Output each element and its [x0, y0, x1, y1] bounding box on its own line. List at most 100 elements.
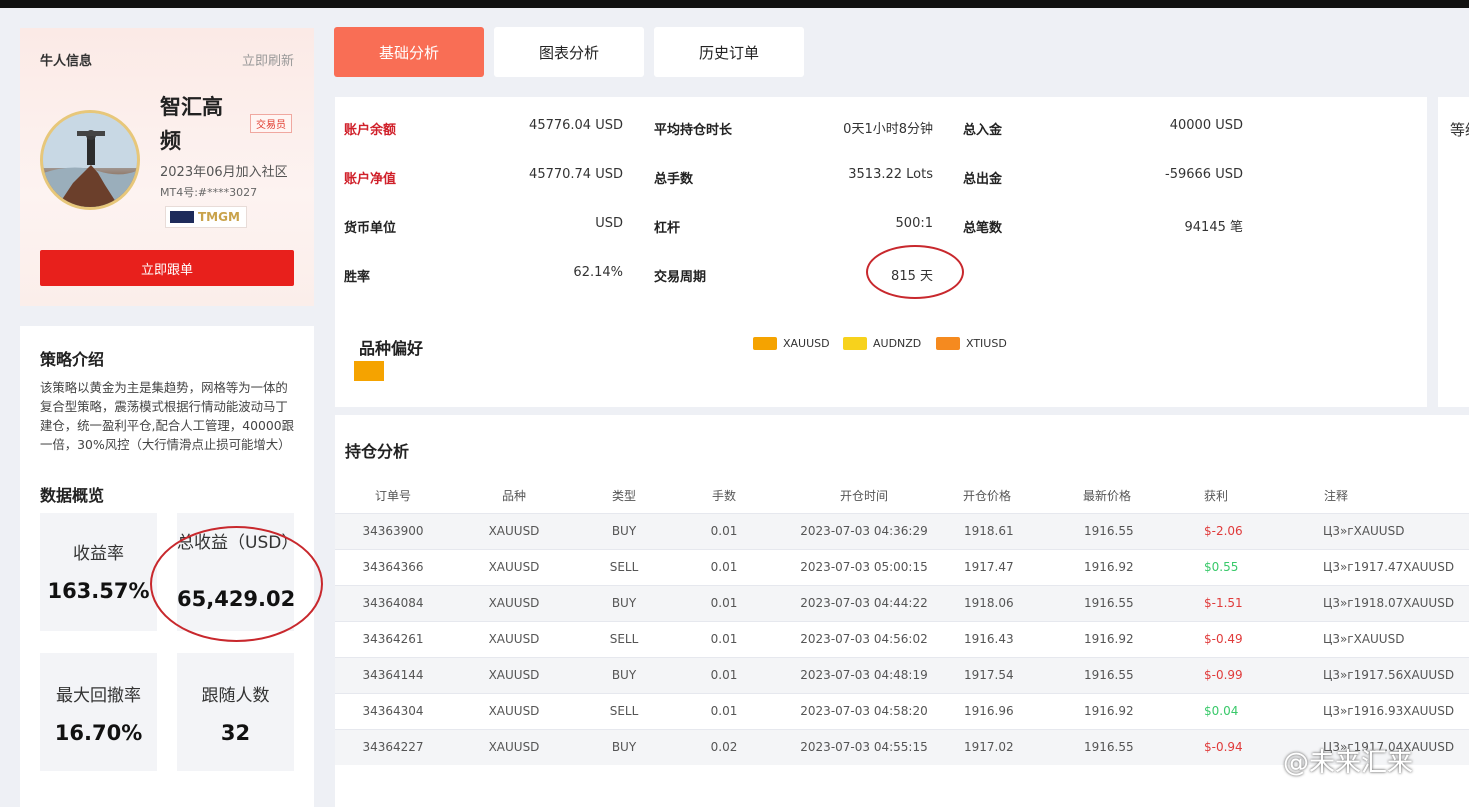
leverage-value: 500:1: [895, 216, 933, 231]
cell-symbol: XAUUSD: [488, 560, 540, 574]
cell-comment: Ц3»гXAUUSD: [1323, 632, 1405, 646]
side-card-label: 等级: [1450, 121, 1469, 139]
cell-open-price: 1916.43: [964, 632, 1014, 646]
col-open-price: 开仓价格: [962, 489, 1012, 503]
cell-open-time: 2023-07-03 05:00:15: [800, 560, 928, 574]
stat-value: 32: [220, 721, 251, 745]
follow-button[interactable]: 立即跟单: [40, 250, 294, 286]
total-trades-value: 94145 笔: [1184, 220, 1244, 235]
cell-symbol: XAUUSD: [488, 740, 540, 754]
cell-profit: $0.55: [1204, 560, 1239, 574]
cell-open-price: 1918.61: [964, 524, 1014, 538]
top-bar: [0, 0, 1469, 8]
broker-logo-icon: [170, 211, 194, 223]
avg-hold-time-value: 0天1小时8分钟: [843, 122, 933, 137]
cell-type: SELL: [609, 704, 639, 718]
table-row[interactable]: 34364261 XAUUSD SELL 0.01 2023-07-03 04:56:0…: [335, 621, 1469, 657]
avg-hold-time-label: 平均持仓时长: [654, 123, 733, 138]
equity-label: 账户净值: [344, 172, 397, 187]
cell-symbol: XAUUSD: [488, 668, 540, 682]
cell-symbol: XAUUSD: [488, 596, 540, 610]
broker-badge: TMGM: [165, 206, 247, 228]
cell-type: BUY: [611, 740, 637, 754]
table-row[interactable]: 34363900 XAUUSD BUY 0.01 2023-07-03 04:36:29…: [335, 513, 1469, 549]
cell-comment: Ц3»г1917.47XAUUSD: [1323, 560, 1455, 574]
legend-item-audnzd[interactable]: AUDNZD: [843, 337, 921, 350]
cell-last-price: 1916.55: [1084, 596, 1134, 610]
tab-order-history[interactable]: 历史订单: [654, 27, 804, 77]
legend-swatch: [936, 337, 960, 350]
cell-type: SELL: [609, 632, 639, 646]
cell-lots: 0.02: [710, 740, 738, 754]
win-rate-label: 胜率: [344, 270, 371, 285]
total-deposit-label: 总入金: [963, 123, 1003, 138]
cell-lots: 0.01: [710, 596, 738, 610]
watermark: @未来汇来: [1283, 748, 1414, 778]
profile-card: 牛人信息 立即刷新 智汇高频 交易员 2023年06月加入社区 MT4号:#**…: [20, 28, 314, 306]
positions-title: 持仓分析: [345, 442, 410, 461]
cell-last-price: 1916.55: [1084, 524, 1134, 538]
table-row[interactable]: 34364084 XAUUSD BUY 0.01 2023-07-03 04:44:22…: [335, 585, 1469, 621]
stat-followers: 跟随人数 32: [177, 653, 294, 771]
cell-symbol: XAUUSD: [488, 524, 540, 538]
col-type: 类型: [611, 489, 637, 503]
col-symbol: 品种: [501, 489, 527, 503]
annotation-circle: [150, 526, 323, 642]
stat-max-drawdown: 最大回撤率 16.70%: [40, 653, 157, 771]
legend-item-xauusd[interactable]: XAUUSD: [753, 337, 830, 350]
positions-table-header: 订单号 品种 类型 手数 开仓时间 开仓价格 最新价格 获利 注释: [335, 477, 1469, 511]
cell-lots: 0.01: [710, 632, 738, 646]
cell-lots: 0.01: [710, 524, 738, 538]
cell-type: SELL: [609, 560, 639, 574]
avatar: [40, 110, 140, 210]
refresh-link[interactable]: 立即刷新: [242, 50, 294, 69]
col-order-id: 订单号: [374, 489, 412, 503]
total-deposit-value: 40000 USD: [1169, 118, 1243, 133]
cell-open-price: 1918.06: [964, 596, 1014, 610]
cell-lots: 0.01: [710, 704, 738, 718]
cell-order-id: 34364261: [362, 632, 424, 646]
tab-chart-analysis[interactable]: 图表分析: [494, 27, 644, 77]
cell-profit: $-0.94: [1204, 740, 1243, 754]
preference-title: 品种偏好: [359, 339, 424, 358]
stat-value: 16.70%: [54, 721, 143, 745]
legend-swatch: [843, 337, 867, 350]
stat-value: 163.57%: [47, 579, 150, 603]
trader-badge: 交易员: [250, 114, 292, 133]
strategy-title: 策略介绍: [40, 350, 105, 369]
cell-last-price: 1916.55: [1084, 740, 1134, 754]
stat-label: 收益率: [73, 544, 124, 564]
cell-symbol: XAUUSD: [488, 704, 540, 718]
legend-item-xtiusd[interactable]: XTIUSD: [936, 337, 1007, 350]
cell-order-id: 34364227: [362, 740, 424, 754]
tab-basic-analysis[interactable]: 基础分析: [334, 27, 484, 77]
col-comment: 注释: [1323, 489, 1349, 503]
stat-label: 跟随人数: [201, 686, 270, 706]
join-date: 2023年06月加入社区: [160, 165, 288, 180]
col-open-time: 开仓时间: [839, 489, 889, 503]
win-rate-value: 62.14%: [573, 265, 623, 280]
cell-open-price: 1917.02: [964, 740, 1014, 754]
cell-open-time: 2023-07-03 04:36:29: [800, 524, 928, 538]
col-profit: 获利: [1203, 489, 1229, 503]
currency-label: 货币单位: [344, 221, 397, 236]
table-row[interactable]: 34364144 XAUUSD BUY 0.01 2023-07-03 04:48:19…: [335, 657, 1469, 693]
legend-label: XAUUSD: [783, 337, 830, 350]
balance-value: 45776.04 USD: [529, 118, 623, 133]
cell-open-price: 1917.54: [964, 668, 1014, 682]
cell-symbol: XAUUSD: [488, 632, 540, 646]
balance-label: 账户余额: [344, 123, 397, 138]
cell-open-time: 2023-07-03 04:48:19: [800, 668, 928, 682]
table-row[interactable]: 34364366 XAUUSD SELL 0.01 2023-07-03 05:00:1…: [335, 549, 1469, 585]
cell-profit: $-0.99: [1204, 668, 1243, 682]
table-row[interactable]: 34364304 XAUUSD SELL 0.01 2023-07-03 04:58:2…: [335, 693, 1469, 729]
overview-title: 数据概览: [40, 486, 105, 505]
cell-comment: Ц3»г1917.56XAUUSD: [1323, 668, 1455, 682]
cell-comment: Ц3»г1918.07XAUUSD: [1323, 596, 1455, 610]
avatar-image: [43, 113, 137, 207]
cell-open-time: 2023-07-03 04:58:20: [800, 704, 928, 718]
total-lots-value: 3513.22 Lots: [848, 167, 933, 182]
cell-type: BUY: [611, 596, 637, 610]
stat-return-rate: 收益率 163.57%: [40, 513, 157, 631]
strategy-description: 该策略以黄金为主是集趋势，网格等为一体的复合型策略，震荡模式根据行情动能波动马丁…: [40, 380, 294, 452]
